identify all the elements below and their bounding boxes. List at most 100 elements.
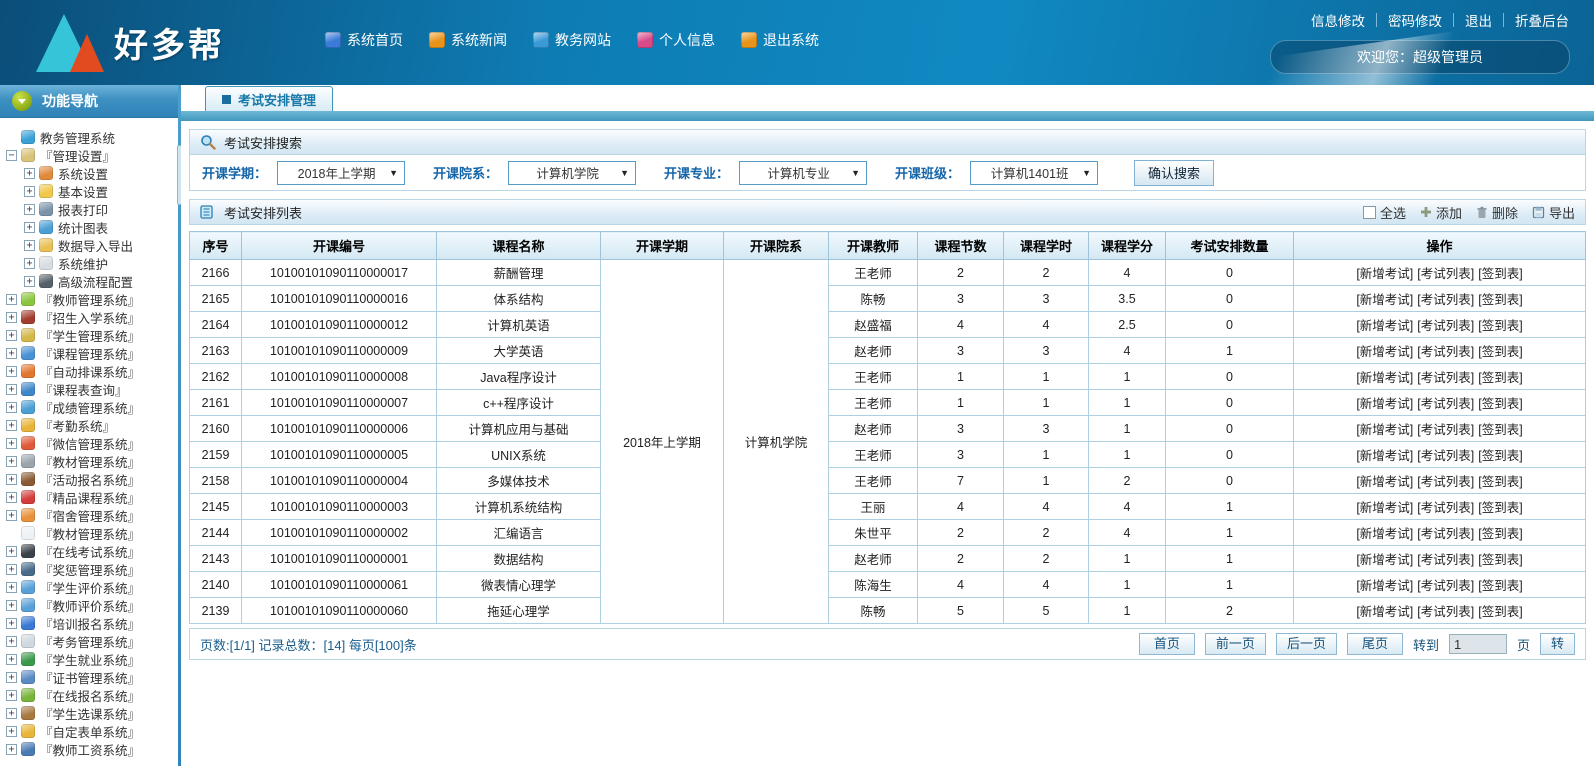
goto-page-input[interactable] bbox=[1448, 634, 1507, 654]
expand-icon[interactable]: + bbox=[6, 311, 17, 323]
sidebar-item[interactable]: + 数据导入导出 bbox=[6, 236, 178, 254]
department-select[interactable]: 计算机学院 ▼ bbox=[508, 160, 637, 185]
expand-icon[interactable]: + bbox=[6, 581, 17, 593]
confirm-search-button[interactable]: 确认搜索 bbox=[1134, 159, 1215, 186]
expand-icon[interactable]: + bbox=[24, 275, 35, 287]
signin-sheet-link[interactable]: [签到表] bbox=[1478, 345, 1522, 359]
add-exam-link[interactable]: [新增考试] bbox=[1356, 267, 1413, 281]
exam-list-link[interactable]: [考试列表] bbox=[1417, 345, 1474, 359]
expand-icon[interactable]: + bbox=[6, 707, 17, 719]
sidebar-item[interactable]: + 『学生管理系统』 bbox=[6, 326, 178, 344]
sidebar-item[interactable]: + 报表打印 bbox=[6, 200, 178, 218]
sidebar-item[interactable]: + 『招生入学系统』 bbox=[6, 308, 178, 326]
signin-sheet-link[interactable]: [签到表] bbox=[1478, 527, 1522, 541]
sidebar-item[interactable]: + 『自定表单系统』 bbox=[6, 722, 178, 740]
add-exam-link[interactable]: [新增考试] bbox=[1356, 371, 1413, 385]
signin-sheet-link[interactable]: [签到表] bbox=[1478, 267, 1522, 281]
expand-icon[interactable]: + bbox=[6, 563, 17, 575]
expand-icon[interactable]: + bbox=[6, 347, 17, 359]
sidebar-item[interactable]: + 基本设置 bbox=[6, 182, 178, 200]
nav-toggle-icon[interactable] bbox=[12, 91, 32, 111]
nav-exit[interactable]: 退出系统 bbox=[741, 30, 819, 50]
sidebar-item[interactable]: + 『课程管理系统』 bbox=[6, 344, 178, 362]
sidebar-item[interactable]: + 统计图表 bbox=[6, 218, 178, 236]
top-link-logout[interactable]: 退出 bbox=[1454, 10, 1503, 30]
expand-icon[interactable]: + bbox=[6, 455, 17, 467]
expand-icon[interactable]: + bbox=[6, 419, 17, 431]
go-button[interactable]: 转 bbox=[1539, 633, 1575, 655]
sidebar-item[interactable]: + 『证书管理系统』 bbox=[6, 668, 178, 686]
signin-sheet-link[interactable]: [签到表] bbox=[1478, 501, 1522, 515]
collapse-icon[interactable]: − bbox=[6, 149, 17, 161]
signin-sheet-link[interactable]: [签到表] bbox=[1478, 605, 1522, 619]
sidebar-item[interactable]: + 『考勤系统』 bbox=[6, 416, 178, 434]
sidebar-item[interactable]: − 『管理设置』 bbox=[6, 146, 178, 164]
exam-list-link[interactable]: [考试列表] bbox=[1417, 371, 1474, 385]
add-exam-link[interactable]: [新增考试] bbox=[1356, 605, 1413, 619]
sidebar-item[interactable]: + 『在线考试系统』 bbox=[6, 542, 178, 560]
signin-sheet-link[interactable]: [签到表] bbox=[1478, 293, 1522, 307]
expand-icon[interactable]: + bbox=[6, 509, 17, 521]
expand-icon[interactable]: + bbox=[6, 383, 17, 395]
nav-home[interactable]: 系统首页 bbox=[325, 30, 403, 50]
top-link-collapse-backend[interactable]: 折叠后台 bbox=[1504, 10, 1580, 30]
sidebar-item[interactable]: + 『课程表查询』 bbox=[6, 380, 178, 398]
signin-sheet-link[interactable]: [签到表] bbox=[1478, 371, 1522, 385]
signin-sheet-link[interactable]: [签到表] bbox=[1478, 553, 1522, 567]
next-page-button[interactable]: 后一页 bbox=[1275, 633, 1337, 655]
sidebar-item[interactable]: + 『教材管理系统』 bbox=[6, 452, 178, 470]
sidebar-header[interactable]: 功能导航 bbox=[0, 85, 178, 118]
expand-icon[interactable]: + bbox=[6, 689, 17, 701]
nav-news[interactable]: 系统新闻 bbox=[429, 30, 507, 50]
signin-sheet-link[interactable]: [签到表] bbox=[1478, 579, 1522, 593]
signin-sheet-link[interactable]: [签到表] bbox=[1478, 319, 1522, 333]
sidebar-item[interactable]: 『教材管理系统』 bbox=[6, 524, 178, 542]
export-button[interactable]: 导出 bbox=[1532, 203, 1575, 222]
add-exam-link[interactable]: [新增考试] bbox=[1356, 553, 1413, 567]
first-page-button[interactable]: 首页 bbox=[1138, 633, 1195, 655]
last-page-button[interactable]: 尾页 bbox=[1346, 633, 1403, 655]
sidebar-item[interactable]: + 『成绩管理系统』 bbox=[6, 398, 178, 416]
sidebar-item[interactable]: + 『培训报名系统』 bbox=[6, 614, 178, 632]
signin-sheet-link[interactable]: [签到表] bbox=[1478, 475, 1522, 489]
add-exam-link[interactable]: [新增考试] bbox=[1356, 527, 1413, 541]
add-exam-link[interactable]: [新增考试] bbox=[1356, 423, 1413, 437]
sidebar-item[interactable]: + 『学生选课系统』 bbox=[6, 704, 178, 722]
sidebar-item[interactable]: + 『自动排课系统』 bbox=[6, 362, 178, 380]
add-exam-link[interactable]: [新增考试] bbox=[1356, 345, 1413, 359]
class-select[interactable]: 计算机1401班 ▼ bbox=[970, 160, 1099, 185]
sidebar-item[interactable]: + 系统设置 bbox=[6, 164, 178, 182]
add-exam-link[interactable]: [新增考试] bbox=[1356, 579, 1413, 593]
exam-list-link[interactable]: [考试列表] bbox=[1417, 553, 1474, 567]
sidebar-item[interactable]: + 『微信管理系统』 bbox=[6, 434, 178, 452]
expand-icon[interactable]: + bbox=[6, 617, 17, 629]
sidebar-item[interactable]: 教务管理系统 bbox=[6, 128, 178, 146]
expand-icon[interactable]: + bbox=[6, 293, 17, 305]
exam-list-link[interactable]: [考试列表] bbox=[1417, 527, 1474, 541]
expand-icon[interactable]: + bbox=[6, 329, 17, 341]
exam-list-link[interactable]: [考试列表] bbox=[1417, 475, 1474, 489]
sidebar-item[interactable]: + 『教师评价系统』 bbox=[6, 596, 178, 614]
expand-icon[interactable]: + bbox=[6, 635, 17, 647]
add-exam-link[interactable]: [新增考试] bbox=[1356, 319, 1413, 333]
expand-icon[interactable]: + bbox=[6, 725, 17, 737]
signin-sheet-link[interactable]: [签到表] bbox=[1478, 423, 1522, 437]
sidebar-item[interactable]: + 『宿舍管理系统』 bbox=[6, 506, 178, 524]
expand-icon[interactable]: + bbox=[6, 491, 17, 503]
expand-icon[interactable]: + bbox=[6, 671, 17, 683]
exam-list-link[interactable]: [考试列表] bbox=[1417, 319, 1474, 333]
exam-list-link[interactable]: [考试列表] bbox=[1417, 397, 1474, 411]
expand-icon[interactable]: + bbox=[24, 185, 35, 197]
tab-exam-arrangement[interactable]: 考试安排管理 bbox=[205, 86, 334, 111]
sidebar-item[interactable]: + 『精品课程系统』 bbox=[6, 488, 178, 506]
expand-icon[interactable]: + bbox=[24, 239, 35, 251]
prev-page-button[interactable]: 前一页 bbox=[1204, 633, 1266, 655]
expand-icon[interactable]: + bbox=[6, 401, 17, 413]
sidebar-item[interactable]: + 『奖惩管理系统』 bbox=[6, 560, 178, 578]
expand-icon[interactable]: + bbox=[6, 599, 17, 611]
nav-site[interactable]: 教务网站 bbox=[533, 30, 611, 50]
exam-list-link[interactable]: [考试列表] bbox=[1417, 293, 1474, 307]
expand-icon[interactable]: + bbox=[24, 167, 35, 179]
expand-icon[interactable]: + bbox=[6, 473, 17, 485]
exam-list-link[interactable]: [考试列表] bbox=[1417, 423, 1474, 437]
